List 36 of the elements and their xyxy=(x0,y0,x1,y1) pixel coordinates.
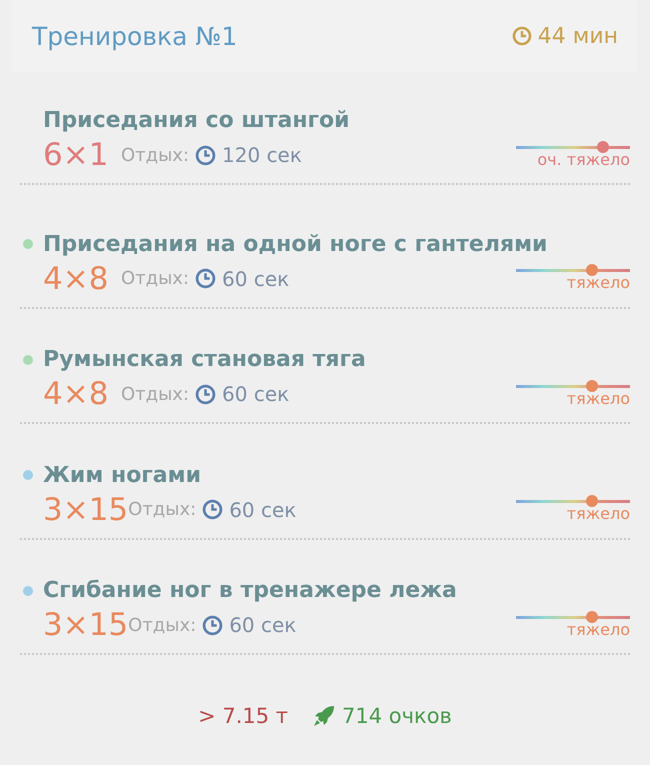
clock-icon xyxy=(512,26,532,46)
rest-label: Отдых: xyxy=(121,144,190,166)
total-tonnage: > 7.15 т xyxy=(198,704,288,728)
difficulty-label: тяжело xyxy=(566,274,630,292)
sets-reps: 6×1 xyxy=(43,137,110,173)
rest-label: Отдых: xyxy=(128,499,196,520)
rest-time: 60 сек xyxy=(229,498,296,522)
difficulty-label: тяжело xyxy=(566,505,630,523)
rest-time: 120 сек xyxy=(222,143,302,167)
rest-time: 60 сек xyxy=(229,613,296,637)
sets-reps: 3×15 xyxy=(43,607,128,643)
rest-label: Отдых: xyxy=(121,268,190,289)
exercise-name[interactable]: Приседания со штангой xyxy=(43,108,350,133)
rocket-icon xyxy=(312,704,336,728)
sets-reps: 3×15 xyxy=(43,492,128,528)
clock-icon xyxy=(202,614,224,636)
workout-title: Тренировка №1 xyxy=(32,22,238,50)
exercise-name[interactable]: Сгибание ног в тренажере лежа xyxy=(43,578,457,603)
workout-duration: 44 мин xyxy=(538,24,618,48)
clock-icon xyxy=(195,384,216,404)
rest-label: Отдых: xyxy=(121,384,190,404)
exercise-name[interactable]: Приседания на одной ноге с гантелями xyxy=(43,232,548,256)
points: 714 очков xyxy=(342,704,452,728)
difficulty-label: оч. тяжело xyxy=(537,150,630,168)
rest-label: Отдых: xyxy=(128,614,196,636)
rest-time: 60 сек xyxy=(222,266,290,290)
sets-reps: 4×8 xyxy=(43,260,110,296)
difficulty-label: тяжело xyxy=(566,620,630,638)
clock-icon xyxy=(195,144,216,166)
sets-reps: 4×8 xyxy=(43,376,110,412)
clock-icon xyxy=(195,268,216,289)
difficulty-label: тяжело xyxy=(566,390,630,408)
exercise-name[interactable]: Жим ногами xyxy=(43,462,202,488)
exercise-name[interactable]: Румынская становая тяга xyxy=(43,347,366,372)
rest-time: 60 сек xyxy=(222,382,290,406)
clock-icon xyxy=(202,499,224,520)
